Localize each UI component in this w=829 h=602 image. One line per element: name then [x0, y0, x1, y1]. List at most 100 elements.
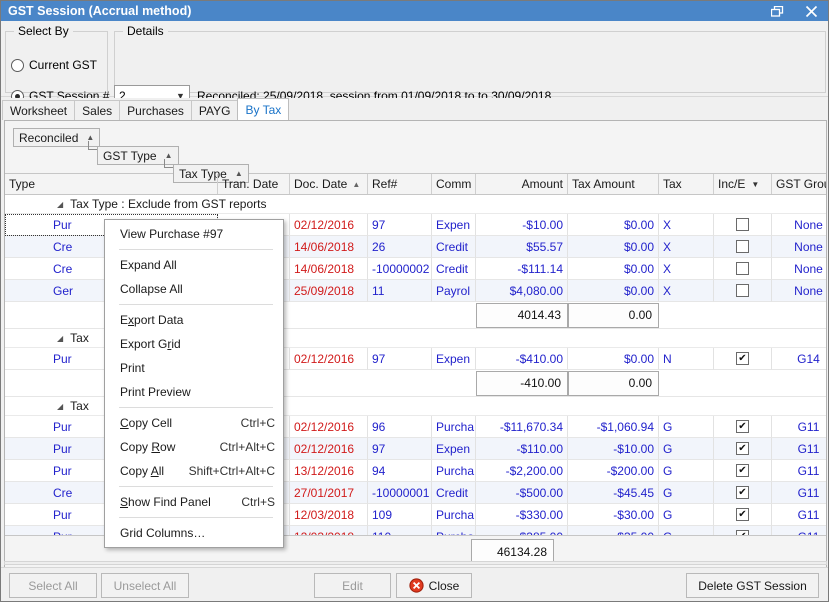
- menu-item-collapse-all[interactable]: Collapse All: [105, 277, 283, 301]
- cell-doc-date: 13/12/2016: [290, 460, 368, 482]
- group-header-label: Tax: [70, 399, 89, 413]
- menu-item-copy-all[interactable]: Copy AllShift+Ctrl+Alt+C: [105, 459, 283, 483]
- inc-e-checkbox[interactable]: ✔: [736, 508, 749, 521]
- filter-dropdown-icon[interactable]: ▼: [751, 180, 759, 189]
- column-header-inc-e[interactable]: Inc/E ▼: [714, 174, 772, 194]
- restore-icon[interactable]: [760, 1, 794, 21]
- cell-ref: 109: [368, 504, 432, 526]
- column-header-tran-date[interactable]: Tran. Date: [218, 174, 290, 194]
- close-button-label: Close: [429, 579, 460, 593]
- top-panel: Select By Current GST GST Session # Deta…: [1, 21, 828, 97]
- cell-inc-e: ✔: [714, 482, 772, 504]
- menu-item-export-data[interactable]: Export Data: [105, 308, 283, 332]
- cell-inc-e: ✔: [714, 460, 772, 482]
- summary-tax-cell: 0.00: [568, 370, 659, 397]
- menu-item-print[interactable]: Print: [105, 356, 283, 380]
- menu-item-export-grid[interactable]: Export Grid: [105, 332, 283, 356]
- summary-tax-cell: 0.00: [568, 302, 659, 329]
- cell-gst-group: None: [772, 280, 827, 302]
- horizontal-scrollbar[interactable]: [4, 561, 827, 565]
- column-header-ref[interactable]: Ref#: [368, 174, 432, 194]
- column-header-comment[interactable]: Comm: [432, 174, 476, 194]
- menu-item-view-purchase-97[interactable]: View Purchase #97: [105, 222, 283, 246]
- close-button[interactable]: Close: [396, 573, 472, 598]
- tab-sales[interactable]: Sales: [74, 100, 120, 120]
- cell-tax-code: G: [659, 504, 714, 526]
- menu-item-grid-columns[interactable]: Grid Columns…: [105, 521, 283, 545]
- cell-comment: Purcha: [432, 460, 476, 482]
- summary-spacer-right: [659, 370, 827, 397]
- cell-amount: $55.57: [476, 236, 568, 258]
- menu-item-copy-row[interactable]: Copy RowCtrl+Alt+C: [105, 435, 283, 459]
- cell-doc-date: 02/12/2016: [290, 438, 368, 460]
- column-header-doc-date-label: Doc. Date: [294, 177, 347, 191]
- menu-item-shortcut: Ctrl+Alt+C: [210, 440, 275, 454]
- menu-item-expand-all[interactable]: Expand All: [105, 253, 283, 277]
- inc-e-checkbox[interactable]: ✔: [736, 442, 749, 455]
- menu-item-show-find-panel[interactable]: Show Find PanelCtrl+S: [105, 490, 283, 514]
- cell-amount: -$2,200.00: [476, 460, 568, 482]
- unselect-all-button[interactable]: Unselect All: [101, 573, 189, 598]
- cell-tax-amount: -$30.00: [568, 504, 659, 526]
- collapse-triangle-icon[interactable]: ◢: [57, 200, 63, 209]
- group-by-panel: Reconciled ▲ GST Type ▲ Tax Type ▲: [5, 121, 826, 174]
- column-header-gst-group[interactable]: GST Group: [772, 174, 827, 194]
- radio-current-gst[interactable]: Current GST: [11, 58, 97, 72]
- collapse-triangle-icon[interactable]: ◢: [57, 402, 63, 411]
- menu-item-label: Show Find Panel: [120, 495, 231, 509]
- inc-e-checkbox[interactable]: ✔: [736, 352, 749, 365]
- cell-tax-code: G: [659, 438, 714, 460]
- inc-e-checkbox[interactable]: [736, 262, 749, 275]
- column-header-tax-amount[interactable]: Tax Amount: [568, 174, 659, 194]
- cell-gst-group: G11: [772, 504, 827, 526]
- close-circle-icon: [409, 578, 424, 593]
- summary-tax-value: 0.00: [568, 371, 659, 396]
- window-titlebar: GST Session (Accrual method): [1, 1, 828, 21]
- menu-item-label: Copy Row: [120, 440, 210, 454]
- group-chip-reconciled-label: Reconciled: [19, 131, 78, 145]
- menu-item-copy-cell[interactable]: Copy CellCtrl+C: [105, 411, 283, 435]
- inc-e-checkbox[interactable]: ✔: [736, 486, 749, 499]
- tab-payg[interactable]: PAYG: [191, 100, 239, 120]
- column-header-amount[interactable]: Amount: [476, 174, 568, 194]
- cell-gst-group: G11: [772, 482, 827, 504]
- inc-e-checkbox[interactable]: [736, 284, 749, 297]
- cell-doc-date: 14/06/2018: [290, 236, 368, 258]
- inc-e-checkbox[interactable]: ✔: [736, 464, 749, 477]
- column-header-gst-group-label: GST Group: [776, 177, 827, 191]
- cell-doc-date: 14/06/2018: [290, 258, 368, 280]
- edit-button[interactable]: Edit: [314, 573, 391, 598]
- column-header-tax[interactable]: Tax: [659, 174, 714, 194]
- cell-ref: 97: [368, 214, 432, 236]
- cell-tax-amount: -$10.00: [568, 438, 659, 460]
- inc-e-checkbox[interactable]: [736, 218, 749, 231]
- select-all-button[interactable]: Select All: [9, 573, 97, 598]
- inc-e-checkbox[interactable]: [736, 240, 749, 253]
- tab-by-tax[interactable]: By Tax: [237, 98, 289, 120]
- tab-worksheet[interactable]: Worksheet: [2, 100, 75, 120]
- cell-tax-amount: -$200.00: [568, 460, 659, 482]
- column-header-doc-date[interactable]: Doc. Date ▲: [290, 174, 368, 194]
- sort-ascending-icon[interactable]: ▲: [352, 180, 360, 189]
- grid-header-row: Type Tran. Date Doc. Date ▲ Ref# Comm Am…: [5, 174, 826, 195]
- menu-item-shortcut: Ctrl+S: [231, 495, 275, 509]
- menu-item-label: Expand All: [120, 258, 275, 272]
- radio-current-gst-indicator: [11, 59, 24, 72]
- window-title: GST Session (Accrual method): [1, 4, 191, 18]
- inc-e-checkbox[interactable]: ✔: [736, 420, 749, 433]
- cell-gst-group: None: [772, 258, 827, 280]
- cell-gst-group: G11: [772, 416, 827, 438]
- close-icon[interactable]: [794, 1, 828, 21]
- group-header-row[interactable]: ◢Tax Type : Exclude from GST reports: [5, 195, 826, 214]
- menu-separator: [119, 407, 273, 408]
- menu-item-print-preview[interactable]: Print Preview: [105, 380, 283, 404]
- column-header-type[interactable]: Type: [5, 174, 218, 194]
- collapse-triangle-icon[interactable]: ◢: [57, 334, 63, 343]
- cell-tax-code: X: [659, 236, 714, 258]
- delete-gst-session-button[interactable]: Delete GST Session: [686, 573, 819, 598]
- cell-comment: Purcha: [432, 416, 476, 438]
- cell-inc-e: ✔: [714, 416, 772, 438]
- tab-purchases[interactable]: Purchases: [119, 100, 192, 120]
- cell-doc-date: 02/12/2016: [290, 348, 368, 370]
- cell-comment: Expen: [432, 214, 476, 236]
